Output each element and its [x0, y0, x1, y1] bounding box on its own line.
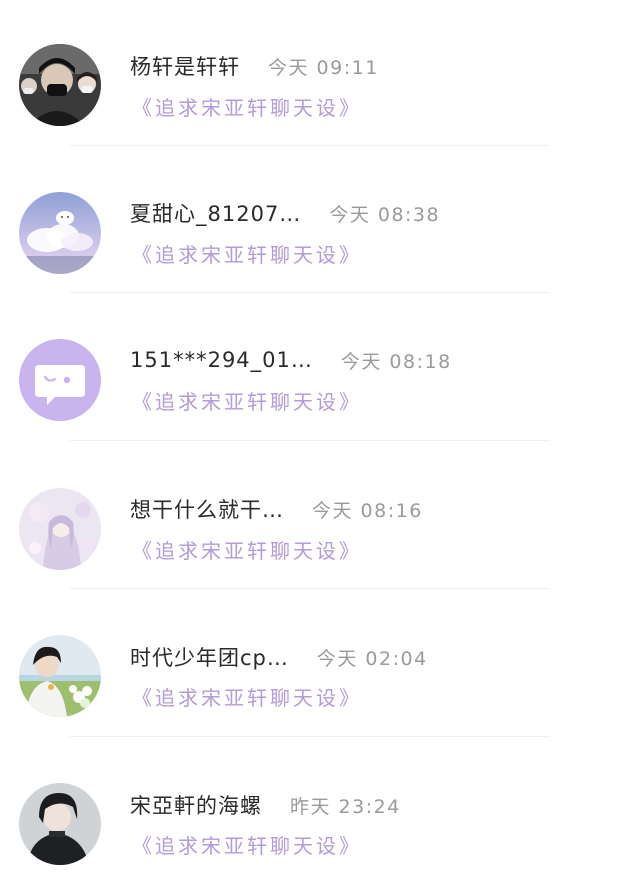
chat-list: 杨轩是轩轩 今天 09:11 《追求宋亚轩聊天设》 夏甜心_81207… 今天 … — [0, 0, 640, 879]
chat-row[interactable]: 151***294_01… 今天 08:18 《追求宋亚轩聊天设》 — [0, 315, 640, 445]
divider — [70, 292, 550, 293]
chat-bubble-icon — [19, 339, 101, 421]
couple-photo-icon — [19, 44, 101, 126]
chat-name: 宋亞軒的海螺 — [130, 794, 262, 818]
chat-name: 151***294_01… — [130, 348, 313, 372]
chat-time: 昨天 23:24 — [290, 795, 401, 818]
chat-time: 今天 08:18 — [340, 350, 452, 373]
boy-with-flowers-icon — [19, 635, 101, 717]
boy-portrait-avatar[interactable] — [19, 783, 101, 865]
boy-portrait-icon — [19, 783, 101, 865]
cloud-sky-avatar[interactable] — [19, 192, 101, 274]
chat-time: 今天 09:11 — [268, 56, 379, 79]
chat-preview: 《追求宋亚轩聊天设》 — [132, 390, 362, 414]
chat-preview: 《追求宋亚轩聊天设》 — [132, 834, 362, 858]
chat-row[interactable]: 夏甜心_81207… 今天 08:38 《追求宋亚轩聊天设》 — [0, 167, 640, 297]
chat-name: 时代少年团cp… — [130, 646, 289, 670]
chat-row[interactable]: 杨轩是轩轩 今天 09:11 《追求宋亚轩聊天设》 — [0, 20, 640, 150]
chat-time: 今天 08:16 — [312, 499, 423, 522]
anime-girl-icon — [19, 488, 101, 570]
chat-name: 想干什么就干… — [130, 498, 284, 522]
chat-row[interactable]: 宋亞軒的海螺 昨天 23:24 《追求宋亚轩聊天设》 — [0, 759, 640, 889]
divider — [70, 588, 550, 589]
divider — [70, 145, 550, 146]
chat-name: 夏甜心_81207… — [130, 202, 302, 226]
chat-preview: 《追求宋亚轩聊天设》 — [132, 96, 362, 120]
cloud-sky-icon — [19, 192, 101, 274]
couple-photo-avatar[interactable] — [19, 44, 101, 126]
boy-with-flowers-avatar[interactable] — [19, 635, 101, 717]
chat-row[interactable]: 想干什么就干… 今天 08:16 《追求宋亚轩聊天设》 — [0, 463, 640, 593]
chat-name: 杨轩是轩轩 — [130, 55, 240, 79]
chat-preview: 《追求宋亚轩聊天设》 — [132, 539, 362, 563]
chat-time: 今天 08:38 — [329, 203, 441, 226]
chat-row[interactable]: 时代少年团cp… 今天 02:04 《追求宋亚轩聊天设》 — [0, 611, 640, 741]
divider — [70, 736, 550, 737]
chat-preview: 《追求宋亚轩聊天设》 — [132, 686, 362, 710]
default-chat-bubble-avatar[interactable] — [19, 339, 101, 421]
chat-time: 今天 02:04 — [316, 647, 428, 670]
anime-girl-avatar[interactable] — [19, 488, 101, 570]
chat-preview: 《追求宋亚轩聊天设》 — [132, 243, 362, 267]
divider — [70, 440, 550, 441]
